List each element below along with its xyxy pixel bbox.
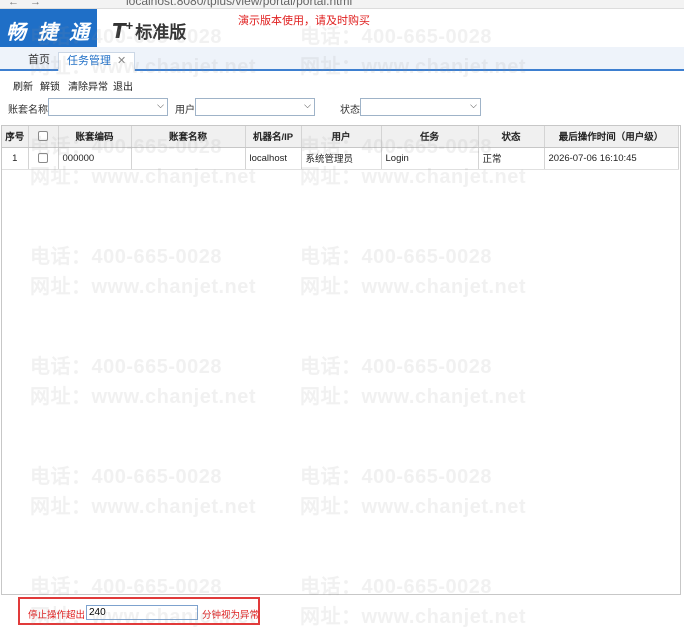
demo-notice: 演示版本使用，请及时购买 <box>238 15 370 27</box>
row-task: Login <box>381 147 479 170</box>
unlock-button[interactable]: 解锁 <box>40 78 60 93</box>
status-label: 状态 <box>340 105 360 116</box>
timeout-minutes-input[interactable] <box>86 605 198 620</box>
task-grid: 序号 账套编码 账套名称 机器名/IP 用户 任务 状态 最后操作时间（用户级）… <box>1 125 681 595</box>
forward-icon[interactable]: → <box>30 0 41 8</box>
app-header: 畅 捷 通 T+ 标准版 演示版本使用，请及时购买 <box>0 9 684 47</box>
table-row[interactable]: 1 000000 localhost 系统管理员 Login 正常 2026-0… <box>2 147 679 170</box>
url-text[interactable]: localhost:8080/tplus/view/portal/portal.… <box>126 0 352 8</box>
tab-task-management[interactable]: 任务管理 ✕ <box>58 52 136 71</box>
row-machine: localhost <box>245 147 302 170</box>
column-header-machine[interactable]: 机器名/IP <box>245 126 302 148</box>
row-user: 系统管理员 <box>301 147 382 170</box>
clear-exceptions-button[interactable]: 清除异常 <box>68 78 108 93</box>
brand-logo-text: 畅 捷 通 <box>6 22 93 44</box>
user-label: 用户 <box>175 105 195 116</box>
user-select[interactable]: ⌵ <box>195 98 315 116</box>
close-icon[interactable]: ✕ <box>117 55 126 67</box>
tab-home-label: 首页 <box>28 54 50 66</box>
refresh-button[interactable]: 刷新 <box>13 78 33 93</box>
timeout-setting: 停止操作超出 分钟视为异常 <box>18 597 260 625</box>
column-header-status[interactable]: 状态 <box>478 126 545 148</box>
column-header-user[interactable]: 用户 <box>301 126 382 148</box>
timeout-prefix-label: 停止操作超出 <box>28 610 86 621</box>
column-header-index[interactable]: 序号 <box>2 126 29 148</box>
filter-bar: 账套名称 ⌵ 用户 ⌵ 状态 ⌵ <box>0 95 684 121</box>
select-all-checkbox[interactable] <box>38 131 48 142</box>
chevron-down-icon: ⌵ <box>470 100 477 110</box>
edition-plus: + <box>125 18 134 33</box>
column-header-account-name[interactable]: 账套名称 <box>131 126 246 148</box>
row-select-cell[interactable] <box>28 147 59 170</box>
account-name-label: 账套名称 <box>8 105 48 116</box>
watermark-site: 网址：www.chanjet.net <box>300 606 527 628</box>
column-header-task[interactable]: 任务 <box>381 126 479 148</box>
back-icon[interactable]: ← <box>8 0 19 8</box>
row-account-name <box>131 147 246 170</box>
row-last-operation-time: 2026-07-06 16:10:45 <box>544 147 679 170</box>
toolbar: 刷新 解锁 清除异常 退出 <box>0 73 684 95</box>
chevron-down-icon: ⌵ <box>304 100 311 110</box>
account-name-select[interactable]: ⌵ <box>48 98 168 116</box>
column-header-select[interactable] <box>28 126 59 148</box>
browser-address-bar[interactable]: ← → localhost:8080/tplus/view/portal/por… <box>0 0 684 9</box>
status-select[interactable]: ⌵ <box>360 98 481 116</box>
tab-home[interactable]: 首页 <box>20 52 58 71</box>
row-index: 1 <box>2 147 29 170</box>
column-header-account-code[interactable]: 账套编码 <box>58 126 132 148</box>
exit-button[interactable]: 退出 <box>113 78 133 93</box>
tab-task-management-label: 任务管理 <box>67 55 111 67</box>
tab-bar: 首页 任务管理 ✕ <box>0 47 684 71</box>
edition-name: 标准版 <box>135 23 187 42</box>
row-checkbox[interactable] <box>38 152 48 163</box>
brand-logo: 畅 捷 通 <box>0 9 97 47</box>
column-header-last-operation-time[interactable]: 最后操作时间（用户级） <box>544 126 679 148</box>
row-status: 正常 <box>478 147 545 170</box>
edition-logo: T+ 标准版 <box>112 18 186 43</box>
row-account-code: 000000 <box>58 147 132 170</box>
timeout-suffix-label: 分钟视为异常 <box>202 610 260 621</box>
edition-t: T <box>112 19 126 43</box>
task-table: 序号 账套编码 账套名称 机器名/IP 用户 任务 状态 最后操作时间（用户级）… <box>2 126 679 170</box>
chevron-down-icon: ⌵ <box>157 100 164 110</box>
table-header-row: 序号 账套编码 账套名称 机器名/IP 用户 任务 状态 最后操作时间（用户级） <box>2 126 679 148</box>
